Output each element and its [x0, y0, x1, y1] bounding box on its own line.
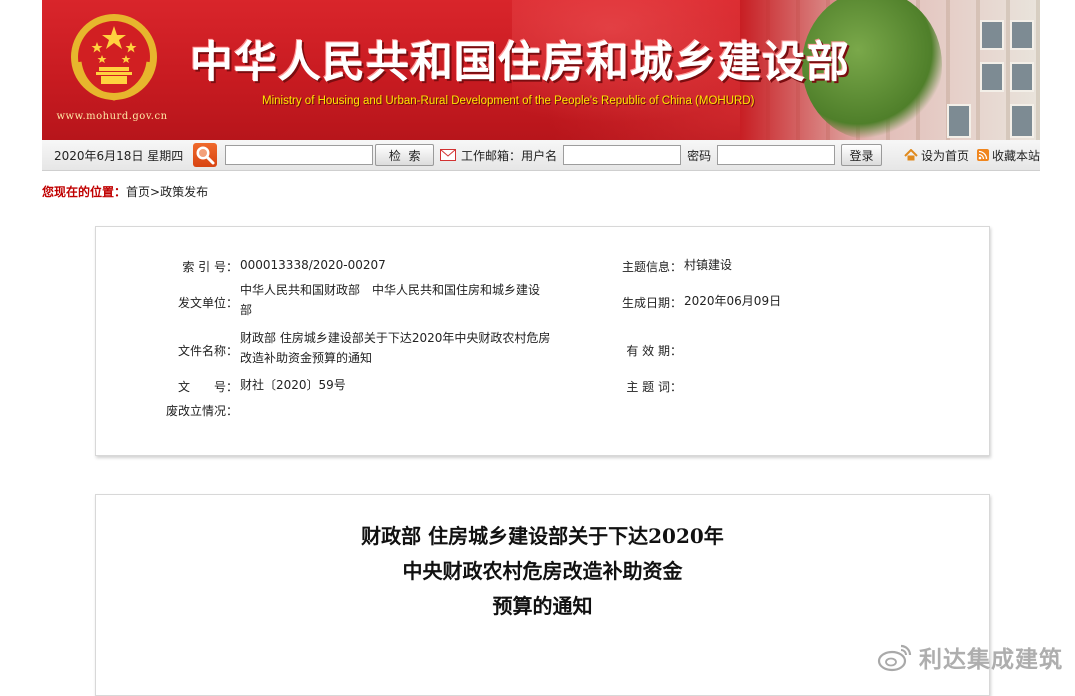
breadcrumb-current-link[interactable]: 政策发布: [160, 185, 208, 199]
docname-value: 财政部 住房城乡建设部关于下达2020年中央财政农村危房改造补助资金预算的通知: [240, 331, 551, 365]
search-button[interactable]: 检 索: [375, 144, 435, 166]
topic-value: 村镇建设: [684, 258, 733, 272]
password-label: 密码: [687, 148, 712, 163]
site-title-cn: 中华人民共和国住房和城乡建设部: [190, 38, 850, 88]
current-date: 2020年6月18日 星期四: [54, 148, 184, 163]
mail-label: 工作邮箱：: [461, 148, 522, 163]
site-url: www.mohurd.gov.cn: [56, 111, 168, 122]
document-body-card: 财政部 住房城乡建设部关于下达2020年 中央财政农村危房改造补助资金 预算的通…: [95, 494, 990, 696]
page-shell: www.mohurd.gov.cn 中华人民共和国住房和城乡建设部 Minist…: [42, 0, 1040, 696]
document-title: 财政部 住房城乡建设部关于下达2020年 中央财政农村危房改造补助资金 预算的通…: [96, 519, 989, 624]
breadcrumb: 您现在的位置：首页>政策发布: [42, 183, 208, 200]
rss-icon: [976, 149, 989, 161]
issuer-label: 发文单位：: [177, 296, 238, 310]
search-input[interactable]: [225, 145, 374, 165]
index-label: 索 引 号：: [182, 260, 238, 274]
password-input[interactable]: [717, 145, 836, 165]
status-label: 废改立情况：: [165, 404, 238, 418]
set-homepage-link[interactable]: 设为首页: [904, 147, 969, 164]
login-button[interactable]: 登录: [841, 144, 882, 166]
weibo-watermark: 利达集成建筑: [877, 640, 1063, 674]
docno-label: 文 号：: [177, 380, 238, 394]
document-meta-card: 索 引 号： 000013338/2020-00207 发文单位： 中华人民共和…: [95, 226, 990, 456]
search-icon[interactable]: [193, 143, 218, 167]
home-icon: [904, 149, 918, 161]
username-input[interactable]: [563, 145, 682, 165]
docname-label: 文件名称：: [177, 344, 238, 358]
document-title-line-2: 中央财政农村危房改造补助资金: [402, 559, 683, 583]
keyword-label: 主 题 词：: [626, 380, 682, 394]
index-value: 000013338/2020-00207: [240, 258, 386, 272]
header-banner: www.mohurd.gov.cn 中华人民共和国住房和城乡建设部 Minist…: [42, 0, 1040, 140]
document-title-line-1: 财政部 住房城乡建设部关于下达2020年: [361, 524, 724, 548]
watermark-text: 利达集成建筑: [919, 647, 1063, 673]
username-label: 用户名: [521, 148, 558, 163]
docno-value: 财社〔2020〕59号: [240, 378, 346, 392]
created-label: 生成日期：: [621, 296, 682, 310]
bookmark-label: 收藏本站: [991, 148, 1040, 163]
document-title-line-3: 预算的通知: [492, 594, 593, 618]
mail-icon: [440, 149, 457, 161]
issuer-value: 中华人民共和国财政部 中华人民共和国住房和城乡建设部: [240, 283, 541, 317]
topic-label: 主题信息：: [621, 260, 682, 274]
site-title-en: Ministry of Housing and Urban-Rural Deve…: [262, 95, 755, 107]
breadcrumb-separator: >: [150, 185, 161, 199]
created-value: 2020年06月09日: [684, 294, 782, 308]
valid-label: 有 效 期：: [626, 344, 682, 358]
breadcrumb-label: 您现在的位置：: [42, 185, 127, 199]
breadcrumb-home-link[interactable]: 首页: [126, 185, 150, 199]
bookmark-link[interactable]: 收藏本站: [976, 147, 1040, 164]
set-homepage-label: 设为首页: [920, 148, 969, 163]
top-toolbar: 2020年6月18日 星期四 检 索 工作邮箱： 用户名 密码 登录 设为首页 …: [42, 140, 1040, 171]
weibo-logo-icon: [877, 644, 912, 672]
national-emblem-icon: [71, 14, 157, 101]
